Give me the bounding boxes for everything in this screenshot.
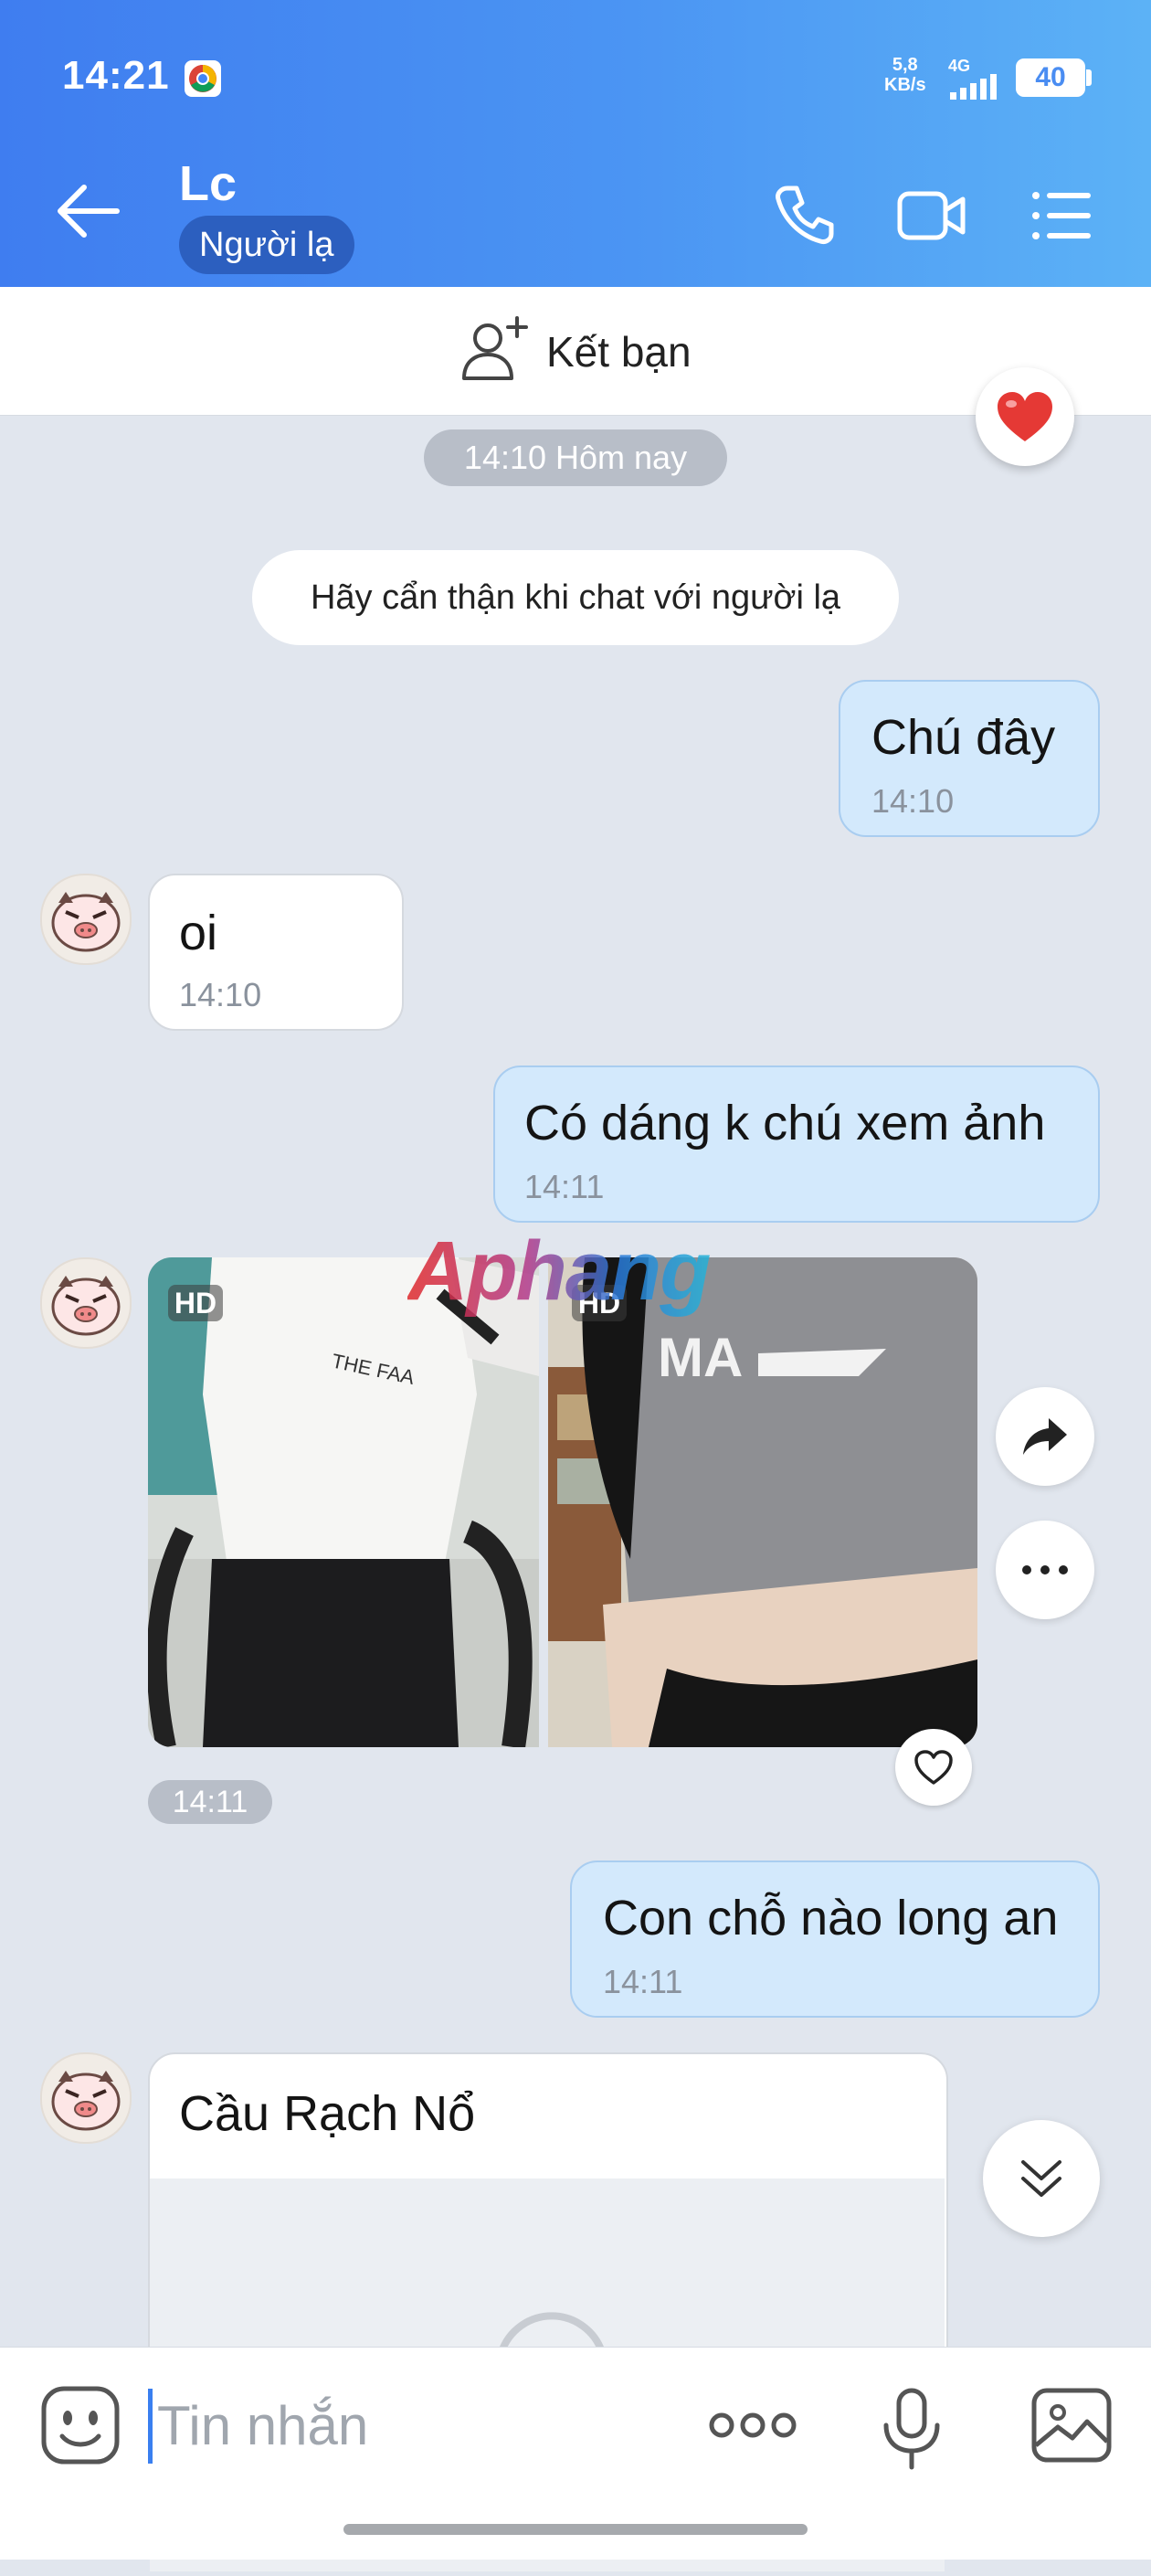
avatar-pig-icon [51,2071,121,2131]
photo-time: 14:11 [148,1780,272,1824]
hd-badge: HD [168,1285,223,1321]
message-text: oi [179,906,218,960]
battery-indicator: 40 [1016,58,1085,97]
back-button[interactable] [53,179,126,243]
message-time: 14:11 [524,1168,605,1205]
avatar[interactable] [40,874,132,965]
more-actions-button[interactable] [707,2400,798,2451]
avatar-pig-icon [51,1276,121,1336]
heart-reaction-button[interactable] [976,367,1074,466]
call-button[interactable] [773,183,837,247]
message-time: 14:10 [179,976,262,1013]
phone-icon [776,186,834,244]
video-call-icon [897,191,966,240]
sticker-icon [41,2386,120,2465]
add-friend-label[interactable]: Kết bạn [546,327,692,376]
message-time: 14:11 [603,1963,683,2000]
stranger-warning: Hãy cẩn thận khi chat với người lạ [252,550,899,645]
scroll-to-bottom-button[interactable] [983,2120,1100,2237]
avatar[interactable] [40,2052,132,2144]
chevron-double-down-icon [1021,2160,1061,2197]
mic-icon [883,2388,940,2470]
heart-icon [998,392,1052,441]
signal-icon [950,74,997,100]
network-type: 4G [948,57,1003,101]
home-indicator[interactable] [343,2524,808,2535]
voice-message-button[interactable] [879,2387,945,2471]
message-text: Chú đây [871,710,1056,765]
more-dots-icon [1022,1565,1068,1574]
add-friend-icon [457,311,535,389]
contact-name[interactable]: Lc [179,155,237,212]
network-speed-unit: KB/s [884,75,926,95]
watermark: Aphang [406,1224,755,1345]
image-picker-button[interactable] [1030,2387,1113,2464]
network-speed-value: 5,8 [892,55,918,75]
text-cursor [148,2389,153,2464]
forward-button[interactable] [996,1387,1094,1486]
message-text: Con chỗ nào long an [603,1891,1059,1945]
heart-outline-icon [914,1750,953,1785]
video-call-button[interactable] [897,186,966,245]
back-arrow-icon [58,185,120,238]
message-input[interactable] [155,2385,671,2465]
message-text: Có dáng k chú xem ảnh [524,1096,1046,1150]
avatar-pig-icon [51,892,121,952]
menu-list-icon [1032,192,1091,239]
chat-menu-button[interactable] [1030,186,1094,245]
battery-tip [1086,69,1092,86]
sticker-button[interactable] [37,2381,124,2469]
location-title: Cầu Rạch Nổ [179,2086,476,2141]
forward-icon [1023,1418,1067,1455]
avatar[interactable] [40,1257,132,1349]
chrome-icon [185,60,221,97]
image-icon [1031,2388,1112,2463]
network-type-label: 4G [948,57,971,75]
more-dots-icon [709,2412,797,2438]
stranger-badge: Người lạ [179,216,354,274]
watermark-text: Aphang [407,1224,710,1318]
chat-header [0,0,1151,287]
network-speed: 5,8 KB/s [884,55,926,95]
status-time: 14:21 [62,53,170,98]
more-options-button[interactable] [996,1521,1094,1619]
message-time: 14:10 [871,782,955,820]
date-divider: 14:10 Hôm nay [424,429,727,486]
react-heart-button[interactable] [895,1729,972,1806]
